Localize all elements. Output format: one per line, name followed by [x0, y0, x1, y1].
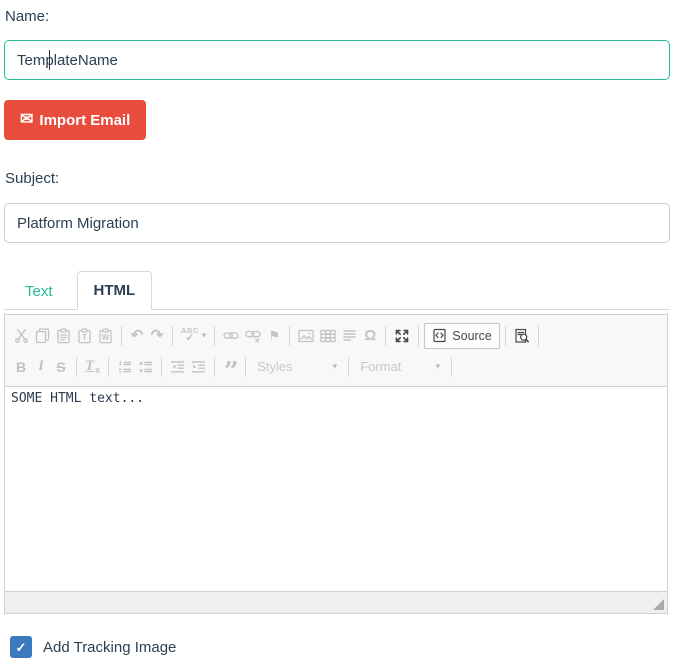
maximize-icon: [394, 328, 410, 344]
subject-input[interactable]: [4, 203, 670, 243]
toolbar-separator: [245, 357, 246, 377]
source-button[interactable]: Source: [424, 323, 500, 349]
decrease-indent-icon: [170, 360, 185, 374]
text-cursor: [49, 50, 50, 70]
image-icon: [298, 329, 314, 343]
paste-from-word-letter: W: [102, 334, 110, 342]
paste-button[interactable]: [53, 324, 74, 348]
increase-indent-button[interactable]: [188, 355, 209, 379]
source-button-label: Source: [452, 329, 492, 343]
undo-button[interactable]: ↶: [127, 324, 147, 348]
redo-button[interactable]: ↷: [147, 324, 167, 348]
italic-button[interactable]: I: [31, 355, 51, 379]
unlink-icon: [245, 328, 261, 343]
toolbar-separator: [385, 326, 386, 346]
image-button[interactable]: [295, 324, 317, 348]
horizontal-rule-button[interactable]: [339, 324, 360, 348]
paste-plain-text-button[interactable]: T: [74, 324, 95, 348]
chevron-down-icon: ▾: [333, 362, 338, 371]
styles-dropdown[interactable]: Styles ▾: [251, 355, 343, 379]
html-source-textarea[interactable]: SOME HTML text...: [5, 387, 667, 591]
maximize-button[interactable]: [391, 324, 413, 348]
strikethrough-button[interactable]: S: [51, 355, 71, 379]
toolbar-separator: [289, 326, 290, 346]
toolbar-separator: [172, 326, 173, 346]
preview-button[interactable]: [511, 324, 533, 348]
styles-dropdown-label: Styles: [257, 359, 292, 374]
decrease-indent-button[interactable]: [167, 355, 188, 379]
horizontal-rule-icon: [342, 328, 357, 343]
table-button[interactable]: [317, 324, 339, 348]
html-editor: T W ↶ ↷ ABC ✓ ▾: [4, 314, 668, 614]
remove-format-button[interactable]: T x: [82, 355, 103, 379]
checkmark-icon: ✓: [16, 641, 27, 654]
bold-button[interactable]: B: [11, 355, 31, 379]
import-email-label: Import Email: [39, 112, 130, 129]
blockquote-button[interactable]: ”: [220, 360, 240, 384]
toolbar-separator: [418, 326, 419, 346]
paste-icon: [56, 328, 71, 344]
table-icon: [320, 329, 336, 343]
editor-bottom-bar: [5, 591, 667, 613]
paste-plain-text-letter: T: [82, 334, 87, 342]
paste-from-word-button[interactable]: W: [95, 324, 116, 348]
name-input-wrap: [4, 40, 670, 80]
toolbar-separator: [121, 326, 122, 346]
chevron-down-icon: ▾: [436, 362, 441, 371]
add-tracking-label: Add Tracking Image: [43, 639, 176, 656]
bulleted-list-button[interactable]: [135, 355, 156, 379]
special-character-button[interactable]: Ω: [360, 324, 380, 348]
toolbar-row-1: T W ↶ ↷ ABC ✓ ▾: [11, 320, 661, 351]
anchor-button[interactable]: ⚑: [264, 324, 284, 348]
template-editor-form: Name: ✉ Import Email Subject: Text HTML: [0, 0, 682, 658]
toolbar-separator: [348, 357, 349, 377]
spell-check-button[interactable]: ABC ✓ ▾: [178, 324, 209, 348]
name-label: Name:: [5, 8, 682, 25]
toolbar-separator: [451, 357, 452, 377]
toolbar-separator: [161, 357, 162, 377]
name-input[interactable]: [4, 40, 670, 80]
toolbar-separator: [538, 326, 539, 346]
resize-handle-icon[interactable]: [653, 599, 664, 610]
source-icon: [432, 328, 447, 343]
copy-button[interactable]: [32, 324, 53, 348]
envelope-icon: ✉: [20, 112, 33, 128]
tracking-row: ✓ Add Tracking Image: [10, 636, 682, 658]
numbered-list-button[interactable]: [114, 355, 135, 379]
editor-toolbar: T W ↶ ↷ ABC ✓ ▾: [5, 315, 667, 387]
subject-label: Subject:: [5, 170, 682, 187]
remove-format-icon: T: [85, 358, 94, 375]
tab-text[interactable]: Text: [9, 273, 69, 310]
editor-mode-tabs: Text HTML: [4, 267, 670, 310]
format-dropdown-label: Format: [360, 359, 401, 374]
chevron-down-icon: ▾: [202, 331, 207, 340]
link-button[interactable]: [220, 324, 242, 348]
subject-input-wrap: [4, 203, 670, 243]
bulleted-list-icon: [138, 360, 153, 374]
tab-html[interactable]: HTML: [77, 271, 153, 310]
toolbar-row-2: B I S T x: [11, 351, 661, 382]
spell-check-icon: ABC ✓: [181, 328, 199, 343]
toolbar-separator: [505, 326, 506, 346]
toolbar-separator: [214, 357, 215, 377]
import-email-button[interactable]: ✉ Import Email: [4, 100, 146, 140]
toolbar-separator: [76, 357, 77, 377]
toolbar-separator: [214, 326, 215, 346]
add-tracking-checkbox[interactable]: ✓: [10, 636, 32, 658]
cut-button[interactable]: [11, 324, 32, 348]
preview-icon: [514, 328, 530, 344]
unlink-button[interactable]: [242, 324, 264, 348]
cut-icon: [14, 328, 29, 343]
format-dropdown[interactable]: Format ▾: [354, 355, 446, 379]
link-icon: [223, 328, 239, 343]
toolbar-separator: [108, 357, 109, 377]
numbered-list-icon: [117, 360, 132, 374]
copy-icon: [35, 328, 50, 343]
increase-indent-icon: [191, 360, 206, 374]
